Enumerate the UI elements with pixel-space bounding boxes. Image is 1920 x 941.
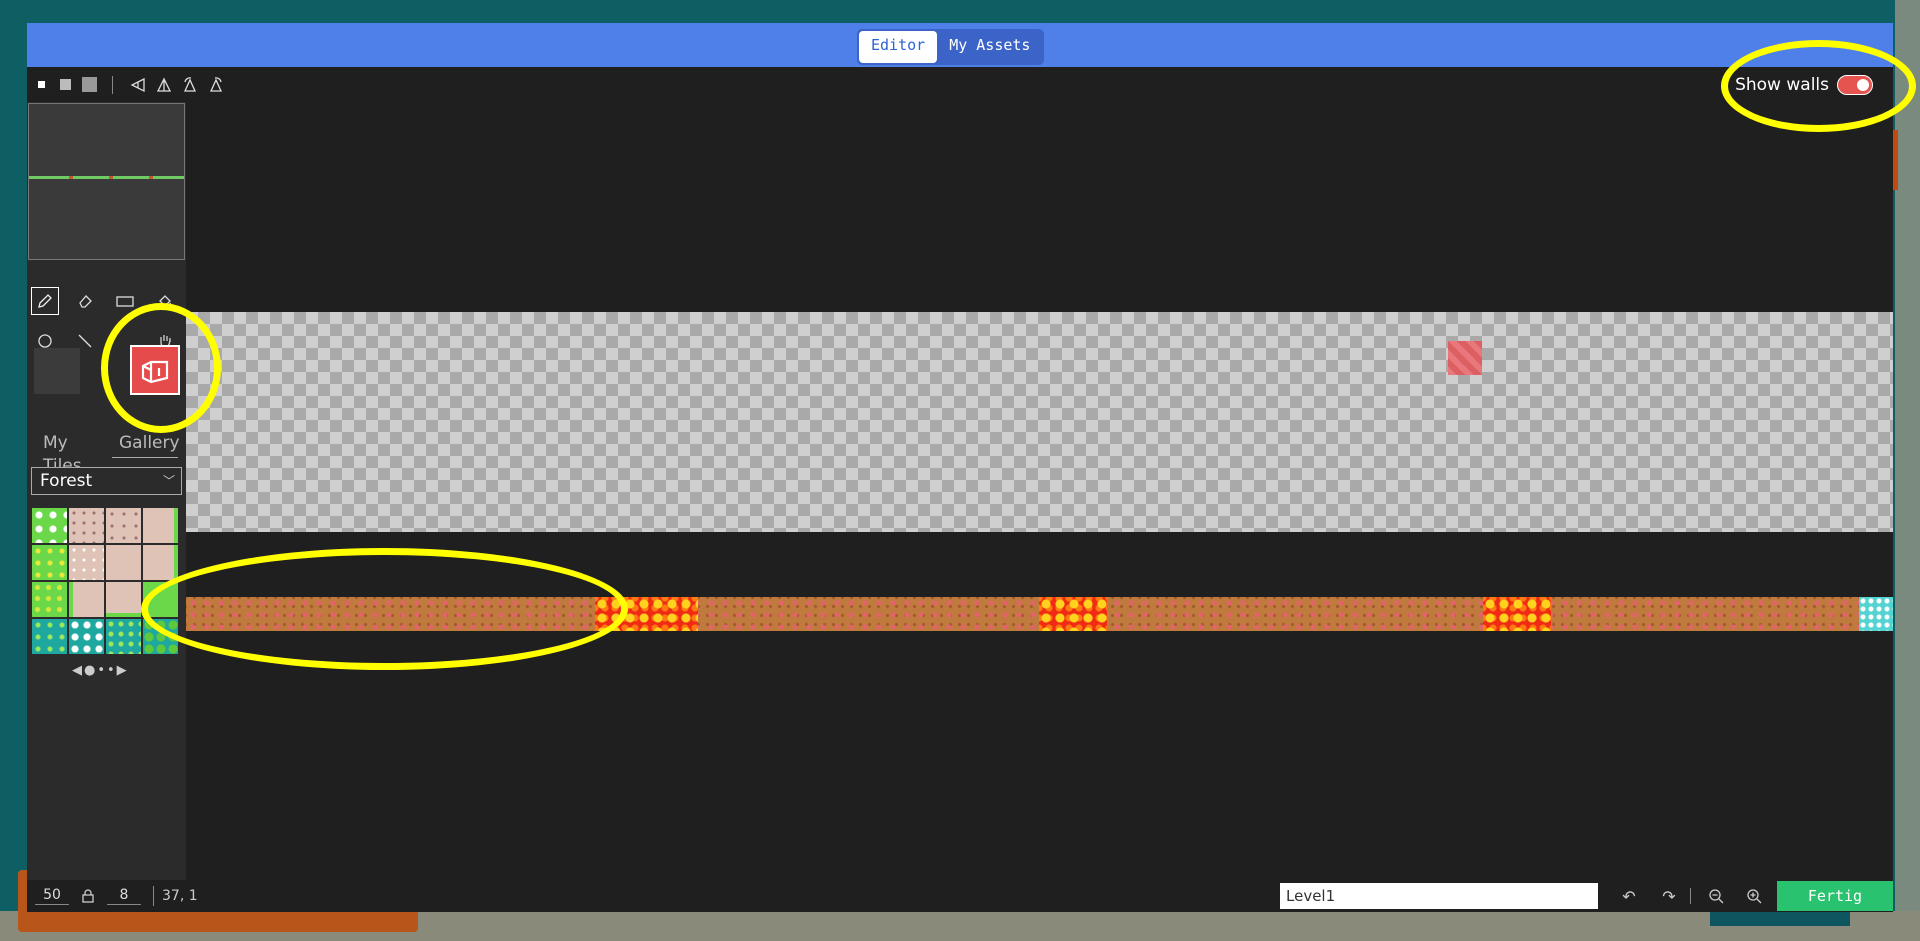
wall-marker: [1448, 341, 1482, 375]
tile-dirt[interactable]: [106, 545, 141, 580]
tile-water-flower[interactable]: [69, 619, 104, 654]
tab-my-assets[interactable]: My Assets: [937, 31, 1042, 63]
rectangle-icon: [116, 296, 134, 307]
rectangle-tool[interactable]: [111, 287, 139, 315]
tile-palette: [32, 508, 180, 656]
brush-size-medium-icon[interactable]: [55, 67, 75, 102]
circle-icon: [38, 334, 52, 348]
zoom-in-icon[interactable]: [1742, 884, 1766, 908]
level-canvas[interactable]: [186, 102, 1893, 880]
flip-horizontal-icon[interactable]: [127, 67, 149, 102]
brush-toolbar: Show walls: [27, 67, 1893, 102]
tile-dirt[interactable]: [69, 545, 104, 580]
tab-group: Editor My Assets: [857, 29, 1045, 65]
redo-icon[interactable]: ↷: [1657, 884, 1681, 908]
lava-tiles: [1483, 597, 1551, 631]
zoom-out-icon[interactable]: [1704, 884, 1728, 908]
wall-tile-swatch[interactable]: [130, 345, 180, 395]
show-walls-label: Show walls: [1735, 74, 1829, 95]
tile-grass-corner[interactable]: [143, 582, 178, 617]
tile-grass-flower[interactable]: [32, 508, 67, 543]
done-button[interactable]: Fertig: [1777, 881, 1893, 911]
tab-editor[interactable]: Editor: [859, 31, 938, 63]
level-minimap[interactable]: [28, 103, 185, 260]
background-right: [1895, 0, 1920, 941]
tile-water[interactable]: [32, 619, 67, 654]
line-icon: [78, 334, 92, 348]
palette-pager[interactable]: ◀●••▶: [72, 663, 129, 678]
tileset-value: Forest: [40, 471, 93, 491]
brush-size-small-icon[interactable]: [31, 67, 51, 102]
pencil-tool[interactable]: [31, 287, 59, 315]
status-bar: 50 8 37, 1 ↶ ↷ Fertig: [27, 880, 1893, 912]
undo-icon[interactable]: ↶: [1617, 884, 1641, 908]
tile-dirt[interactable]: [69, 582, 104, 617]
lava-tiles: [595, 597, 698, 631]
background-top: [0, 0, 1920, 25]
eraser-tool[interactable]: [71, 287, 99, 315]
tile-dirt[interactable]: [69, 508, 104, 543]
tile-grass[interactable]: [32, 582, 67, 617]
eraser-icon: [79, 295, 92, 308]
pencil-icon: [38, 294, 52, 308]
tile-dirt-edge[interactable]: [143, 545, 178, 580]
tile-dirt[interactable]: [106, 508, 141, 543]
tile-sidebar: My Tiles Gallery Forest ﹀ ◀●••▶: [27, 102, 186, 880]
fill-icon: [159, 295, 172, 308]
show-walls-control: Show walls: [1735, 67, 1873, 102]
tile-water-plant[interactable]: [143, 619, 178, 654]
tile-water[interactable]: [106, 619, 141, 654]
level-name-input[interactable]: [1280, 883, 1598, 909]
tab-gallery[interactable]: Gallery: [119, 432, 180, 455]
editor-header: Editor My Assets: [27, 23, 1893, 67]
goal-tile: [1859, 597, 1893, 631]
level-editor-modal: Editor My Assets Show walls My Tiles Gal…: [27, 23, 1893, 912]
tileset-select[interactable]: Forest ﹀: [31, 467, 182, 495]
fill-tool[interactable]: [151, 287, 179, 315]
chevron-down-icon: ﹀: [162, 474, 175, 488]
rotate-left-icon[interactable]: [179, 67, 201, 102]
brush-size-large-icon[interactable]: [77, 67, 101, 102]
level-width-input[interactable]: 50: [35, 886, 69, 905]
lava-tiles: [1039, 597, 1107, 631]
tile-dirt-edge[interactable]: [143, 508, 178, 543]
level-area[interactable]: [186, 312, 1893, 532]
wall-icon: [141, 360, 169, 384]
cursor-coordinates: 37, 1: [153, 886, 198, 906]
level-height-input[interactable]: 8: [107, 886, 141, 905]
tile-grass[interactable]: [32, 545, 67, 580]
secondary-swatch[interactable]: [34, 348, 80, 394]
show-walls-toggle[interactable]: [1837, 74, 1873, 95]
rotate-right-icon[interactable]: [205, 67, 227, 102]
lock-icon[interactable]: [76, 884, 100, 908]
flip-vertical-icon[interactable]: [153, 67, 175, 102]
tile-dirt[interactable]: [106, 582, 141, 617]
